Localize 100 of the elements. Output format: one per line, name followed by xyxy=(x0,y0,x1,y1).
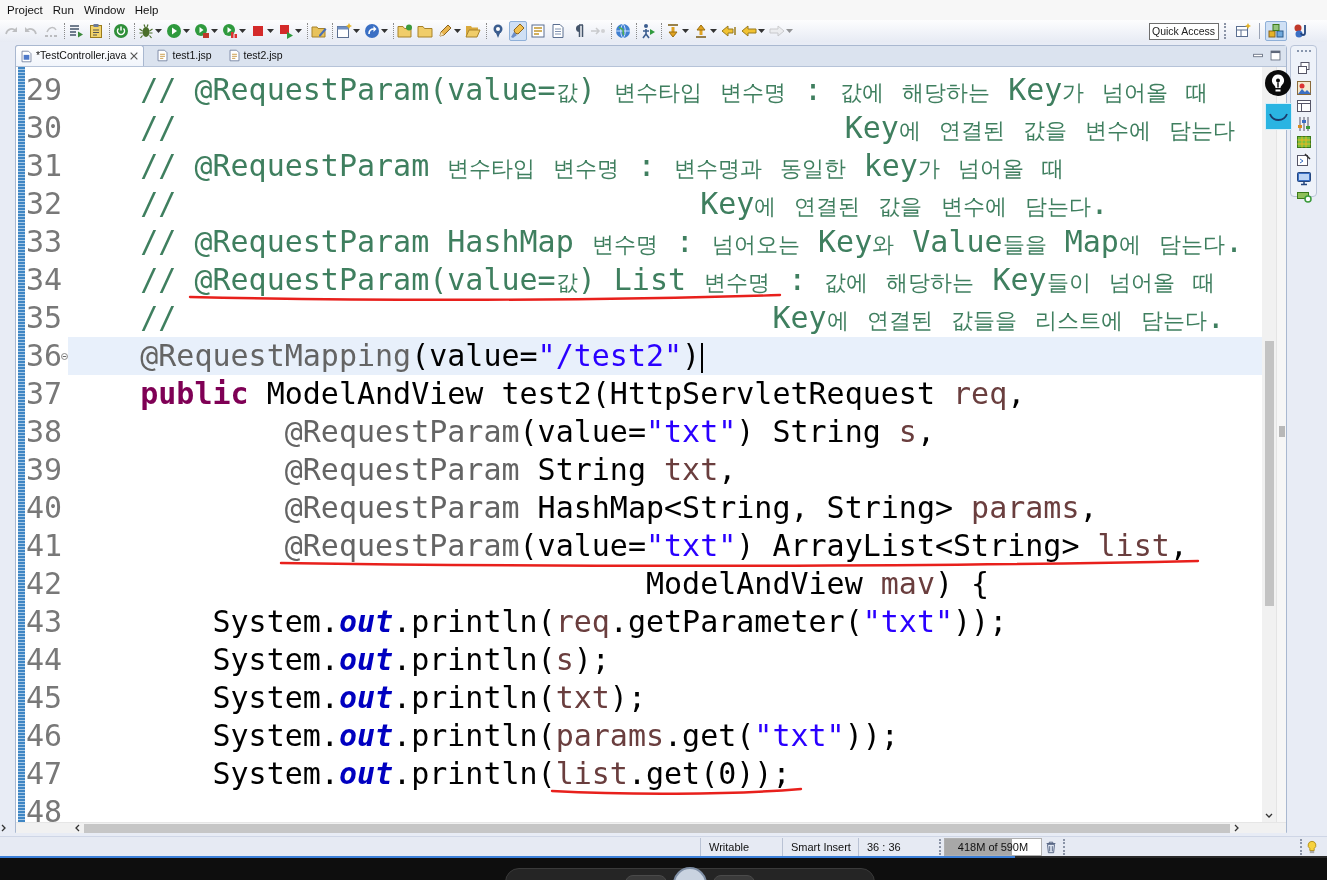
up-arrow-icon xyxy=(693,23,709,39)
line-number: 47 xyxy=(25,755,62,793)
scroll-down-icon[interactable] xyxy=(1265,813,1273,819)
line-number: 37 xyxy=(25,375,62,413)
cubes-button[interactable] xyxy=(1265,21,1287,41)
code-line: System.out.println(params.get("txt")); xyxy=(212,718,899,753)
clipboard-button[interactable] xyxy=(87,21,105,41)
code-line: System.out.println(req.getParameter("txt")); xyxy=(212,604,1008,639)
code-line: // Key에 연결된 값들을 리스트에 담는다. xyxy=(140,300,1225,335)
brush-icon xyxy=(510,23,526,39)
editor-tab[interactable]: test1.jsp xyxy=(152,45,216,66)
document-button[interactable] xyxy=(549,21,567,41)
line-number: 41 xyxy=(25,527,62,565)
circle-arrow-button[interactable] xyxy=(363,21,389,41)
menu-item[interactable]: Project xyxy=(2,1,48,19)
play-icon xyxy=(166,23,182,39)
scroll-left-icon[interactable] xyxy=(74,824,80,832)
globe-icon xyxy=(615,23,631,39)
fold-icon[interactable] xyxy=(61,352,68,360)
editor-tab[interactable]: *TestController.java xyxy=(15,45,145,66)
file-icon xyxy=(20,49,33,63)
play-square-button[interactable] xyxy=(193,21,219,41)
menu-item[interactable]: Run xyxy=(47,1,79,19)
scroll-thumb[interactable] xyxy=(1265,341,1274,606)
back-arrow-icon xyxy=(721,23,737,39)
quick-access-field[interactable]: Quick Access xyxy=(1149,22,1219,40)
code-line: @RequestParam HashMap<String, String> params, xyxy=(284,490,1098,525)
drag-handle[interactable] xyxy=(1296,50,1311,52)
line-number: 36 xyxy=(25,337,62,375)
close-icon[interactable] xyxy=(129,51,140,61)
maximize-icon[interactable] xyxy=(1269,49,1282,62)
menu-item[interactable]: Window xyxy=(78,1,130,19)
line-number: 43 xyxy=(25,603,62,641)
open-folder-icon xyxy=(465,23,481,39)
scroll-right-icon[interactable] xyxy=(1234,824,1240,832)
status-label: Smart Insert xyxy=(782,837,858,856)
line-number: 39 xyxy=(25,451,62,489)
down-arrow-icon xyxy=(665,23,681,39)
folder-pen-icon xyxy=(311,23,327,39)
line-number: 29 xyxy=(25,71,62,109)
line-number: 45 xyxy=(25,679,62,717)
square-arrow-icon xyxy=(278,23,294,39)
list-arrow-icon xyxy=(68,23,84,39)
new-window-button[interactable] xyxy=(335,21,361,41)
line-number: 46 xyxy=(25,717,62,755)
grid-icon[interactable] xyxy=(1295,134,1312,150)
line-number: 32 xyxy=(25,185,62,223)
line-number: 30 xyxy=(25,109,62,147)
code-line: // Key에 연결된 값을 변수에 담는다 xyxy=(140,110,1236,145)
file-icon xyxy=(227,49,241,62)
line-number: 34 xyxy=(25,261,62,299)
menu-item[interactable]: Help xyxy=(129,1,164,19)
line-number: 38 xyxy=(25,413,62,451)
play-chart-icon xyxy=(222,23,238,39)
code-line: ModelAndView mav) { xyxy=(645,566,990,601)
document-icon xyxy=(550,23,566,39)
line-number: 33 xyxy=(25,223,62,261)
line-number: 35 xyxy=(25,299,62,337)
file-icon xyxy=(156,49,170,62)
terminal-icon[interactable] xyxy=(1295,152,1312,168)
right-arrow-icon xyxy=(769,23,785,39)
panel-icon[interactable] xyxy=(1295,98,1312,114)
new-window-icon xyxy=(336,23,352,39)
text-caret xyxy=(701,342,704,373)
chevron-right-icon[interactable] xyxy=(1,824,7,832)
line-number: 44 xyxy=(25,641,62,679)
sliders-icon[interactable] xyxy=(1295,116,1312,132)
heap-reading: 418M of 590M xyxy=(956,839,1030,855)
picture-icon[interactable] xyxy=(1295,80,1312,96)
globe-button[interactable] xyxy=(614,21,632,41)
text-block-icon xyxy=(530,23,546,39)
code-line: public ModelAndView test2(HttpServletRequest req, xyxy=(140,376,1026,411)
editor-tab[interactable]: test2.jsp xyxy=(223,45,287,66)
cubes-icon xyxy=(1268,23,1284,39)
restore-icon[interactable] xyxy=(1295,60,1312,76)
scroll-thumb[interactable] xyxy=(84,823,1230,833)
play-chart-button[interactable] xyxy=(221,21,247,41)
runner-icon xyxy=(640,23,656,39)
brush-button[interactable] xyxy=(509,21,527,41)
bug-button[interactable] xyxy=(137,21,163,41)
power-button[interactable] xyxy=(112,21,130,41)
code-line: @RequestParam(value="txt") String s, xyxy=(284,414,935,449)
code-line: System.out.println(s); xyxy=(212,642,610,677)
status-label: 36 : 36 xyxy=(858,837,936,856)
code-line: @RequestParam String txt, xyxy=(284,452,737,487)
code-line: // @RequestParam(value=값) 변수타입 변수명 : 값에 해당하는 Key가 넘어올 때 xyxy=(140,72,1209,107)
code-line: @RequestParam(value="txt") ArrayList<String> list, xyxy=(284,528,1188,563)
line-number: 31 xyxy=(25,147,62,185)
dots-hook-icon xyxy=(1293,23,1309,39)
monitor-icon[interactable] xyxy=(1295,170,1312,186)
pencil-icon xyxy=(437,23,453,39)
folder-icon xyxy=(417,23,433,39)
status-label: Writable xyxy=(700,837,782,856)
runner-button[interactable] xyxy=(639,21,657,41)
code-line: System.out.println(txt); xyxy=(212,680,646,715)
play-button[interactable] xyxy=(165,21,191,41)
code-line: // @RequestParam(value=값) List 변수명 : 값에 해당하는 Key들이 넘어올 때 xyxy=(140,262,1215,297)
line-number: 42 xyxy=(25,565,62,603)
line-number: 48 xyxy=(25,793,62,822)
code-line: // @RequestParam 변수타입 변수명 : 변수명과 동일한 key가 넘어올 때 xyxy=(140,148,1064,183)
